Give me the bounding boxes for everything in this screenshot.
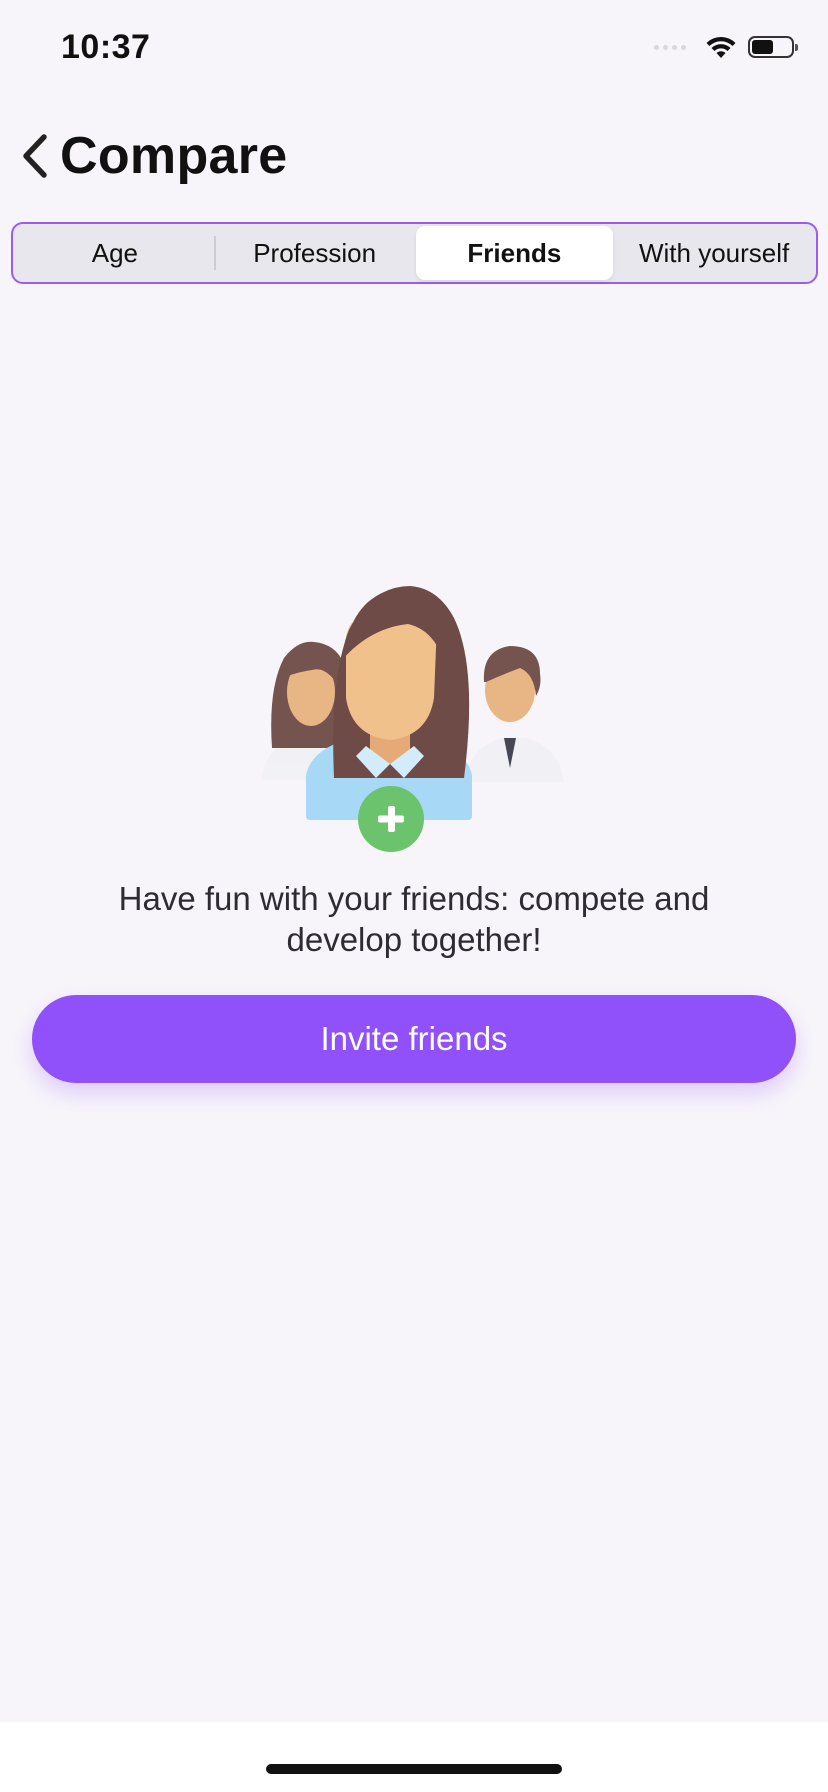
header: Compare xyxy=(0,120,828,190)
back-button[interactable] xyxy=(12,128,58,184)
battery-icon xyxy=(748,36,798,58)
home-indicator[interactable] xyxy=(266,1764,562,1774)
tab-age[interactable]: Age xyxy=(16,226,214,280)
friend-right-figure xyxy=(466,646,564,782)
battery-fill xyxy=(752,40,773,54)
tab-with-yourself[interactable]: With yourself xyxy=(615,226,813,280)
tab-profession[interactable]: Profession xyxy=(216,226,414,280)
wifi-icon xyxy=(706,36,736,58)
status-icons xyxy=(654,34,798,60)
add-badge xyxy=(358,786,424,852)
tab-friends[interactable]: Friends xyxy=(415,226,614,280)
page-title: Compare xyxy=(60,127,288,185)
chevron-left-icon xyxy=(23,134,47,178)
signal-icon xyxy=(654,44,686,50)
friends-group-add-icon xyxy=(262,586,564,852)
invite-friends-button[interactable]: Invite friends xyxy=(32,995,796,1083)
status-bar: 10:37 xyxy=(0,0,828,100)
friends-message: Have fun with your friends: compete and … xyxy=(118,880,710,958)
bottom-safe-area xyxy=(0,1722,828,1792)
status-time: 10:37 xyxy=(61,28,151,66)
compare-tabs: Age Profession Friends With yourself xyxy=(11,222,818,284)
